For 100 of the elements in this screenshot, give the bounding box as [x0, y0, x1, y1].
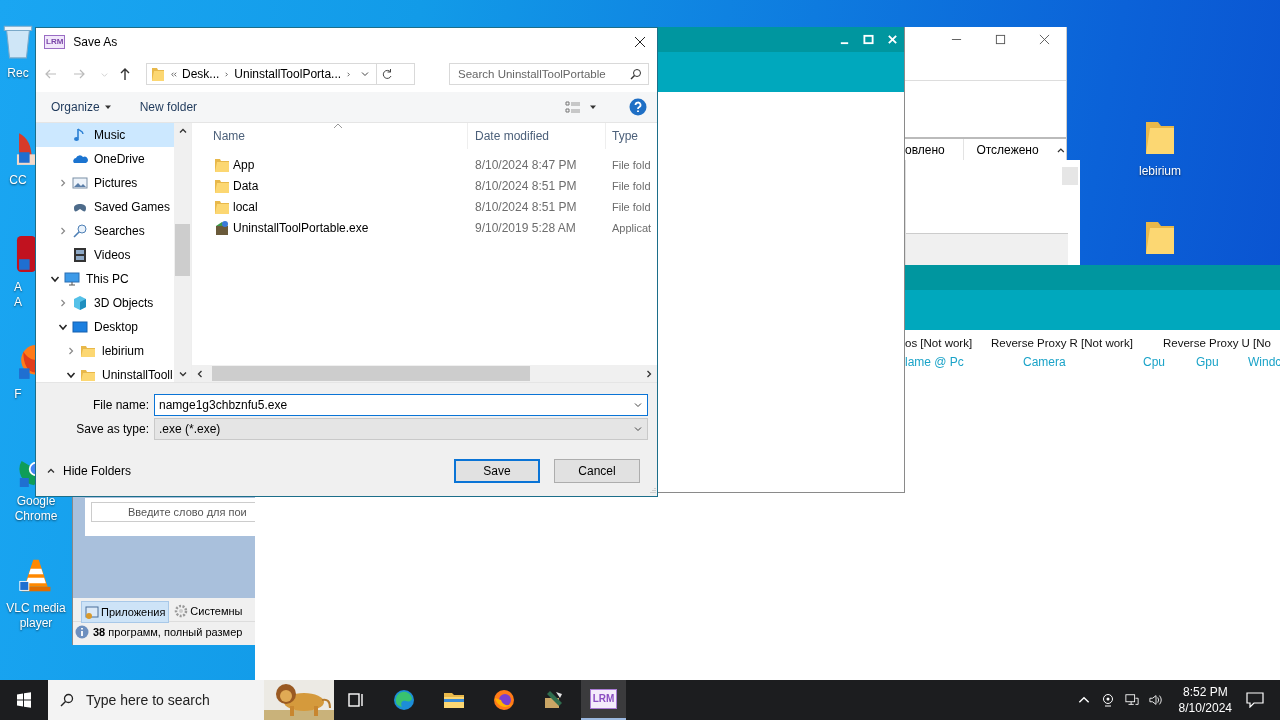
placeholder: Type here to search	[86, 692, 210, 708]
expand-icon[interactable]	[66, 346, 76, 356]
notification-icon[interactable]	[1246, 692, 1264, 708]
search-icon[interactable]	[630, 68, 642, 80]
up-arrow-icon[interactable]	[118, 67, 132, 81]
help-icon[interactable]	[629, 98, 647, 116]
file-name-cell[interactable]: UninstallToolPortable.exe	[192, 217, 467, 238]
tree-item[interactable]: Music	[36, 123, 174, 147]
tree-item[interactable]: Desktop	[36, 315, 174, 339]
file-name-cell[interactable]: Data	[192, 175, 467, 196]
taskbar-app[interactable]: LRM	[581, 680, 626, 720]
scroll-thumb[interactable]	[212, 366, 530, 381]
icon-label: A	[14, 295, 22, 310]
icon-label: A	[14, 280, 22, 295]
tree-item[interactable]: Saved Games	[36, 195, 174, 219]
expand-icon[interactable]	[58, 226, 68, 236]
collapse-icon[interactable]	[58, 322, 68, 332]
icon-label: lebirium	[1139, 164, 1181, 179]
address-bar[interactable]: Desk... UninstallToolPorta...	[146, 63, 415, 85]
column-header[interactable]: Type	[605, 123, 657, 149]
type-cell-text: Applicat	[611, 220, 653, 236]
file-type-dropdown[interactable]: .exe (*.exe)	[154, 418, 648, 440]
type-cell-text: File fold	[611, 199, 652, 215]
caret-icon[interactable]	[589, 103, 597, 111]
scroll-up-icon[interactable]	[177, 126, 188, 136]
column-header[interactable]: Date modified	[467, 123, 605, 149]
windows-logo-icon[interactable]	[16, 692, 32, 708]
tree-item[interactable]: Searches	[36, 219, 174, 243]
tree-item[interactable]: lebirium	[36, 339, 174, 363]
tree-item[interactable]: 3D Objects	[36, 291, 174, 315]
tree-item[interactable]: UninstallTooll	[36, 363, 174, 382]
breadcrumb[interactable]: Desk...	[182, 67, 220, 81]
speaker-icon[interactable]	[1148, 693, 1163, 707]
tree-item[interactable]: OneDrive	[36, 147, 174, 171]
scroll-right-icon[interactable]	[644, 368, 654, 379]
installer-icon	[214, 219, 230, 236]
maximize-icon[interactable]	[995, 34, 1006, 45]
folder-icon	[80, 343, 96, 359]
file-name-cell[interactable]: local	[192, 196, 467, 217]
close-icon[interactable]	[634, 36, 646, 48]
type-cell-text: File fold	[611, 157, 652, 173]
browser-icon	[491, 688, 516, 712]
column-header[interactable]: Name	[192, 123, 467, 149]
date-cell-text: 8/10/2024 8:51 PM	[474, 177, 578, 195]
hide-folders-button[interactable]: Hide Folders	[46, 464, 132, 478]
film-icon	[72, 247, 88, 263]
save-button[interactable]: Save	[454, 459, 540, 483]
webcam-icon[interactable]	[1100, 693, 1115, 707]
tree-item[interactable]: Pictures	[36, 171, 174, 195]
tree-item[interactable]: This PC	[36, 267, 174, 291]
column-header: os [Not work]	[905, 337, 973, 349]
scroll-thumb[interactable]	[175, 224, 190, 276]
field-label: File name:	[91, 398, 150, 412]
folder-icon	[80, 367, 96, 382]
tree-item[interactable]: Videos	[36, 243, 174, 267]
view-icon[interactable]	[565, 101, 581, 113]
clock-time[interactable]: 8:52 PM	[1182, 684, 1228, 700]
icon-label: F	[14, 387, 22, 402]
search-field[interactable]: Search UninstallToolPortable	[449, 63, 649, 85]
computer-icon	[64, 271, 80, 287]
double-chevron-icon[interactable]	[169, 69, 178, 79]
column-header: Reverse Proxy R [Not work]	[991, 337, 1133, 349]
expand-icon[interactable]	[58, 298, 68, 308]
breadcrumb[interactable]: UninstallToolPorta...	[234, 67, 342, 81]
clock-date[interactable]: 8/10/2024	[1178, 700, 1232, 716]
file-name-field[interactable]: namge1g3chbznfu5.exe	[154, 394, 648, 416]
new-folder-button[interactable]: New folder	[136, 98, 201, 116]
organize-menu[interactable]: Organize	[48, 98, 115, 116]
file-name-cell[interactable]: App	[192, 154, 467, 175]
browser-icon	[391, 688, 416, 712]
date-cell-text: 9/10/2019 5:28 AM	[474, 219, 577, 237]
tab[interactable]: Приложения	[81, 601, 170, 623]
expand-icon[interactable]	[58, 178, 68, 188]
picture-icon	[72, 175, 88, 191]
search-icon	[60, 693, 74, 707]
app-logo: LRM	[44, 35, 66, 49]
scrollbar[interactable]	[174, 123, 191, 382]
scrollbar[interactable]	[192, 365, 657, 382]
scroll-left-icon[interactable]	[195, 368, 205, 379]
column-header[interactable]: Отслежено	[964, 139, 1055, 162]
window-icon	[85, 605, 99, 619]
scroll-down-icon[interactable]	[177, 369, 188, 379]
network-icon[interactable]	[1124, 693, 1139, 707]
scroll-thumb[interactable]	[1062, 167, 1078, 185]
cancel-button[interactable]: Cancel	[554, 459, 640, 483]
chevron-up-icon	[46, 466, 56, 476]
search-field[interactable]: Type here to search	[48, 680, 334, 720]
task-view-icon[interactable]	[346, 690, 366, 710]
status-text: 38 программ, полный размер	[93, 626, 243, 638]
refresh-icon	[381, 68, 394, 80]
tab[interactable]: Системны	[171, 601, 246, 621]
collapse-icon[interactable]	[66, 370, 76, 380]
resize-grip-icon[interactable]	[648, 487, 656, 495]
search-icon	[72, 223, 88, 239]
search-field[interactable]: Введите слово для пои	[91, 502, 255, 522]
folder-icon	[214, 177, 230, 194]
icon-label: VLC media	[6, 601, 66, 616]
icon-label: Rec	[7, 66, 29, 81]
collapse-icon[interactable]	[50, 274, 60, 284]
caret-icon	[103, 103, 112, 111]
